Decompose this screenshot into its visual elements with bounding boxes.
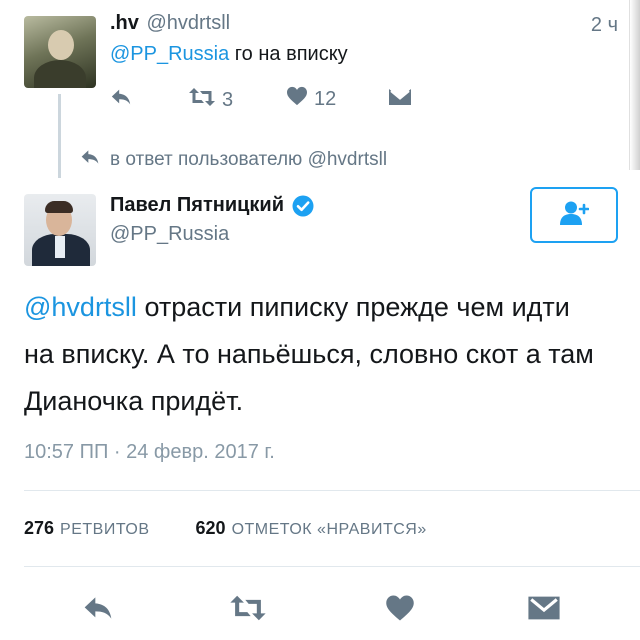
parent-handle: @hvdrtsll bbox=[146, 12, 231, 34]
reply-indicator[interactable]: в ответ пользователю @hvdrtsll bbox=[80, 148, 387, 172]
parent-retweet-count: 3 bbox=[222, 88, 234, 111]
device-edge bbox=[629, 0, 640, 170]
parent-like-button[interactable]: 12 bbox=[286, 86, 336, 112]
retweets-stat[interactable]: 276 РЕТВИТОВ bbox=[24, 518, 150, 539]
reply-icon bbox=[82, 594, 114, 627]
parent-mention-link[interactable]: @PP_Russia bbox=[110, 43, 229, 65]
likes-label: ОТМЕТОК «НРАВИТСЯ» bbox=[231, 521, 427, 538]
follow-button[interactable] bbox=[530, 187, 618, 243]
envelope-icon bbox=[527, 595, 561, 626]
heart-icon bbox=[286, 86, 308, 112]
divider bbox=[24, 490, 640, 491]
likes-count: 620 bbox=[195, 518, 226, 538]
parent-message-button[interactable] bbox=[388, 88, 412, 112]
author-avatar[interactable] bbox=[24, 194, 96, 266]
parent-text-body: го на вписку bbox=[229, 43, 348, 65]
heart-icon bbox=[385, 594, 415, 627]
tweet-timestamp[interactable]: 10:57 ПП · 24 февр. 2017 г. bbox=[24, 441, 275, 464]
retweets-label: РЕТВИТОВ bbox=[60, 521, 150, 538]
divider bbox=[24, 566, 640, 567]
reply-button[interactable] bbox=[76, 588, 120, 632]
retweets-count: 276 bbox=[24, 518, 55, 538]
retweet-icon bbox=[188, 86, 216, 114]
author-display-name: Павел Пятницкий bbox=[110, 194, 285, 216]
verified-badge-icon bbox=[292, 195, 314, 217]
author-name-row[interactable]: Павел Пятницкий bbox=[110, 194, 314, 217]
tweet-stats: 276 РЕТВИТОВ 620 ОТМЕТОК «НРАВИТСЯ» bbox=[24, 518, 427, 539]
likes-stat[interactable]: 620 ОТМЕТОК «НРАВИТСЯ» bbox=[196, 518, 427, 539]
retweet-icon bbox=[229, 593, 267, 628]
parent-author[interactable]: .hv @hvdrtsll bbox=[110, 12, 230, 35]
parent-action-bar: 3 12 bbox=[110, 86, 430, 114]
message-button[interactable] bbox=[522, 588, 566, 632]
parent-avatar[interactable] bbox=[24, 16, 96, 88]
tweet-mention-link[interactable]: @hvdrtsll bbox=[24, 292, 137, 322]
add-user-icon bbox=[559, 200, 590, 231]
like-button[interactable] bbox=[378, 588, 422, 632]
author-handle: @PP_Russia bbox=[110, 223, 230, 245]
parent-display-name: .hv bbox=[110, 12, 139, 34]
tweet-text: @hvdrtsll отрасти пиписку прежде чем идт… bbox=[24, 284, 604, 425]
tweet-detail-screen: .hv @hvdrtsll 2 ч @PP_Russia го на вписк… bbox=[0, 0, 640, 640]
parent-retweet-button[interactable]: 3 bbox=[188, 86, 233, 114]
reply-indicator-text: в ответ пользователю @hvdrtsll bbox=[110, 149, 388, 170]
parent-time: 2 ч bbox=[590, 14, 618, 36]
parent-like-count: 12 bbox=[314, 87, 337, 110]
retweet-button[interactable] bbox=[226, 588, 270, 632]
envelope-icon bbox=[388, 88, 412, 112]
parent-reply-button[interactable] bbox=[110, 87, 132, 113]
reply-icon bbox=[80, 148, 100, 172]
tweet-action-bar bbox=[0, 588, 640, 632]
thread-line bbox=[58, 94, 61, 178]
parent-tweet-text: @PP_Russia го на вписку bbox=[110, 43, 348, 66]
reply-icon bbox=[110, 87, 132, 113]
